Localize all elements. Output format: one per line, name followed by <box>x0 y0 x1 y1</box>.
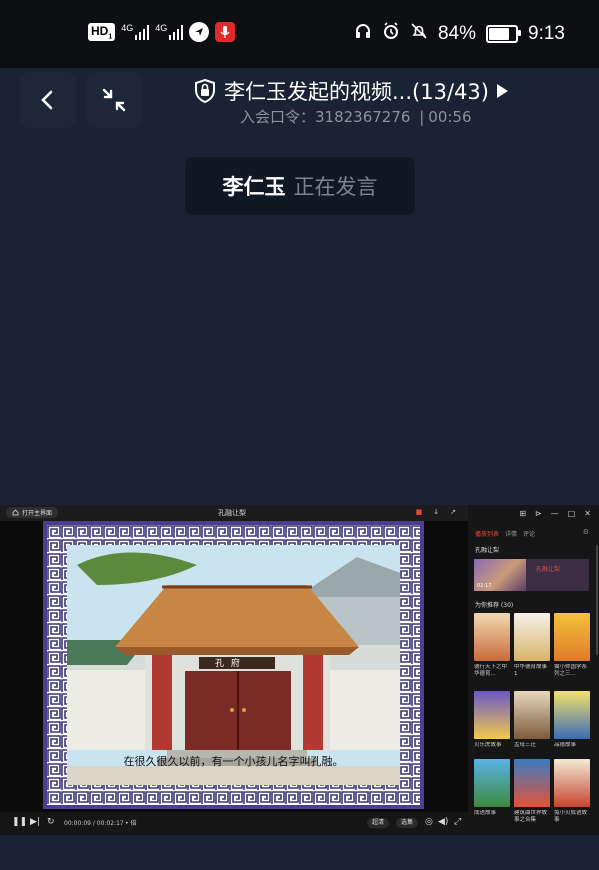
battery-icon <box>486 25 522 43</box>
open-main-label: 打开主界面 <box>22 510 53 517</box>
meeting-title: 李仁玉发起的视频...(13/43) <box>224 80 489 104</box>
card-caption: 中华德育故事1 <box>514 664 548 677</box>
headphones-icon <box>354 22 372 46</box>
card-caption: 贝乐虎故事 <box>474 742 502 748</box>
tab-details[interactable]: 详情 <box>505 529 517 538</box>
recommend-card[interactable]: 兔小贝成语故事 <box>554 759 590 824</box>
current-episode[interactable]: 02:17 孔融让梨 <box>474 559 589 591</box>
card-caption: 孟母三迁 <box>514 742 537 748</box>
shared-screen[interactable]: 打开主界面 孔融让梨 ■ ↓ ↗ 孔 府 在很久很久以前，有一个小孩儿名字叫孔融… <box>0 505 599 835</box>
gear-icon[interactable]: ⚙ <box>583 528 589 536</box>
card-caption: 德行天下之中华德育... <box>474 664 508 677</box>
sidebar-tabs: 播放列表 详情 评论 <box>475 529 535 538</box>
sidebar-scrollbar[interactable] <box>596 545 598 655</box>
recommend-card[interactable]: 德行天下之中华德育... <box>474 613 510 678</box>
clock: 9:13 <box>528 23 565 44</box>
window-controls: ⊞ ⊳ — □ ✕ <box>468 505 599 521</box>
player-titlebar: 打开主界面 孔融让梨 ■ ↓ ↗ <box>0 505 468 521</box>
meeting-duration: 00:56 <box>428 108 472 126</box>
back-button[interactable] <box>20 72 76 128</box>
layout-icon[interactable]: ⊞ <box>519 509 526 518</box>
recommend-card[interactable]: 孟母三迁 <box>514 691 550 749</box>
chevron-left-icon <box>41 90 53 110</box>
alarm-icon <box>382 22 400 46</box>
speed-button[interactable]: • 倍 <box>125 818 136 827</box>
speed-label: 倍 <box>130 820 137 827</box>
tab-playlist[interactable]: 播放列表 <box>475 529 499 538</box>
meeting-title-row[interactable]: 李仁玉发起的视频...(13/43) <box>192 76 509 106</box>
playback-time: 00:00:09 / 00:02:17 <box>64 820 124 827</box>
video-player[interactable]: 打开主界面 孔融让梨 ■ ↓ ↗ 孔 府 在很久很久以前，有一个小孩儿名字叫孔融… <box>0 505 468 835</box>
recommend-label: 为你推荐 (30) <box>475 602 514 609</box>
loop-icon[interactable]: ↻ <box>47 817 55 827</box>
volume-icon[interactable]: ◀) <box>438 817 448 827</box>
recommend-card[interactable]: 成语故事 <box>474 759 510 817</box>
player-video-title: 孔融让梨 <box>218 509 246 517</box>
hd-voice-icon: HD1 <box>88 22 116 42</box>
player-top-icons: ■ ↓ ↗ <box>416 508 456 516</box>
cartoon-scene: 孔 府 在很久很久以前，有一个小孩儿名字叫孔融。 <box>67 545 400 785</box>
speaker-name: 李仁玉 <box>222 175 286 199</box>
active-speaker-badge: 李仁玉 正在发言 <box>185 157 415 215</box>
recommend-card[interactable]: 建筑曲世界故事之合集 <box>514 759 550 824</box>
shield-lock-icon <box>195 78 215 104</box>
tab-comments[interactable]: 评论 <box>523 529 535 538</box>
card-caption: 成语故事 <box>474 810 497 816</box>
greek-key-border: 孔 府 在很久很久以前，有一个小孩儿名字叫孔融。 <box>47 525 420 805</box>
video-frame: 孔 府 在很久很久以前，有一个小孩儿名字叫孔融。 <box>43 521 424 809</box>
open-main-button[interactable]: 打开主界面 <box>6 507 59 518</box>
episodes-button[interactable]: 选集 <box>396 818 419 828</box>
bullet-comments-icon[interactable]: ◎ <box>425 817 433 827</box>
close-icon[interactable]: ✕ <box>584 509 591 518</box>
play-arrow-icon <box>496 84 508 98</box>
meeting-header: 李仁玉发起的视频...(13/43) 入会口令：3182367276 | 00:5… <box>0 68 599 148</box>
card-caption: 猫小帅国学系列之三... <box>554 664 588 677</box>
player-controls: ❚❚ ▶| ↻ 00:00:09 / 00:02:17 • 倍 超清 选集 ◎ … <box>0 812 468 835</box>
current-playlist-label: 孔融让梨 <box>475 547 500 554</box>
recommend-card[interactable]: 中华德育故事1 <box>514 613 550 678</box>
minimize-window-button[interactable] <box>86 72 142 128</box>
share-icon[interactable]: ↗ <box>450 508 456 516</box>
card-caption: 建筑曲世界故事之合集 <box>514 810 548 823</box>
download-icon[interactable]: ↓ <box>433 508 439 516</box>
signal-2-icon: 4G <box>155 23 184 40</box>
mic-recording-icon <box>215 22 236 42</box>
gift-icon[interactable]: ■ <box>416 508 423 516</box>
next-icon[interactable]: ▶| <box>30 817 40 827</box>
battery-percent: 84% <box>437 23 477 44</box>
minimize-icon[interactable]: — <box>551 509 559 518</box>
collapse-arrows-icon <box>102 88 126 112</box>
current-title: 孔融让梨 <box>536 566 561 573</box>
status-bar: HD1 4G 4G 84% 9:13 <box>0 0 599 68</box>
video-subtitle: 在很久很久以前，有一个小孩儿名字叫孔融。 <box>123 755 344 768</box>
recommend-card[interactable]: 猫小帅国学系列之三... <box>554 613 590 678</box>
navigation-icon <box>189 22 210 42</box>
meta-separator: | <box>419 108 425 126</box>
status-left: HD1 4G 4G <box>88 22 236 42</box>
current-duration: 02:17 <box>477 583 492 589</box>
recommend-card[interactable]: 品德故事 <box>554 691 590 749</box>
fullscreen-icon[interactable]: ⤢ <box>454 817 461 827</box>
maximize-icon[interactable]: □ <box>568 509 576 518</box>
pause-icon[interactable]: ❚❚ <box>12 817 27 827</box>
bottom-spacer <box>0 835 599 870</box>
card-caption: 品德故事 <box>554 742 577 748</box>
pin-icon[interactable]: ⊳ <box>535 509 542 518</box>
meeting-meta: 入会口令：3182367276 | 00:56 <box>240 106 472 127</box>
playlist-sidebar: ⊞ ⊳ — □ ✕ 播放列表 详情 评论 ⚙ 孔融让梨 02:17 孔融让梨 为… <box>468 505 599 835</box>
mute-bell-icon <box>410 22 428 46</box>
quality-button[interactable]: 超清 <box>367 818 390 828</box>
status-right: 84% 9:13 <box>354 22 565 46</box>
speaker-status: 正在发言 <box>293 175 378 199</box>
signal-1-icon: 4G <box>121 23 150 40</box>
home-icon <box>12 509 19 516</box>
card-caption: 兔小贝成语故事 <box>554 810 588 823</box>
recommend-card[interactable]: 贝乐虎故事 <box>474 691 510 749</box>
door-plaque: 孔 府 <box>215 659 242 669</box>
meeting-code: 入会口令：3182367276 <box>240 108 411 126</box>
